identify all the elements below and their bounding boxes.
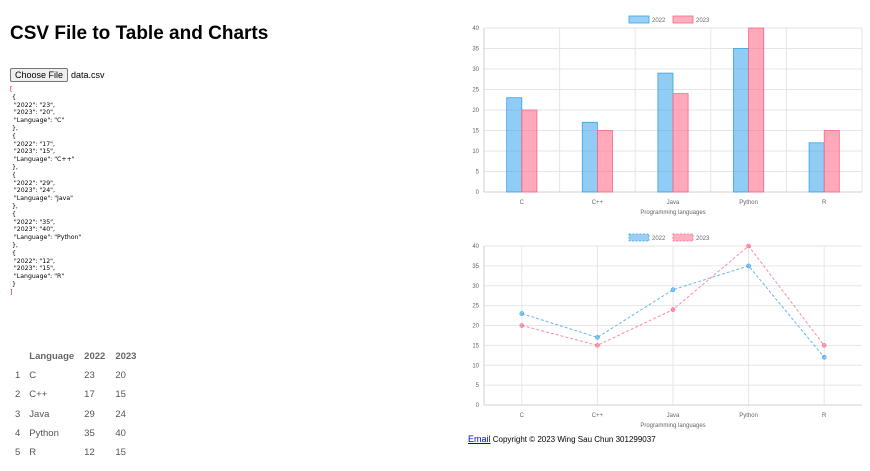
table-header-2023: 2023 [115,350,137,362]
row-language: C++ [29,389,48,401]
row-2022: 29 [84,408,95,420]
x-axis-label: Programming languages [640,423,705,429]
row-index: 5 [15,447,21,459]
y-tick-label: 5 [476,383,480,389]
point-2023-R [821,343,827,348]
point-2022-C [519,311,525,316]
point-2022-Python [746,263,751,269]
choose-file-button[interactable]: Choose File [10,68,69,82]
file-name-label: data.csv [71,70,105,80]
y-tick-label: 40 [472,26,479,32]
point-2023-C++ [595,343,600,348]
table-row: 1 C 23 20 [10,366,141,385]
bar-2023-C++ [596,130,613,193]
row-2023: 24 [115,408,126,420]
x-tick-label: Java [667,200,680,206]
y-tick-label: 10 [472,149,479,155]
row-index: 4 [15,428,21,440]
y-tick-label: 30 [472,67,479,73]
legend-label: 2023 [696,236,710,242]
row-index: 2 [15,389,21,401]
email-link[interactable]: Email [468,434,491,444]
legend-label: 2022 [652,236,666,242]
table-row: 4 Python 35 40 [10,424,141,443]
x-tick-label: R [822,200,827,206]
row-2023: 40 [115,428,126,440]
y-tick-label: 5 [476,170,480,176]
y-tick-label: 20 [472,324,479,330]
table-row: 5 R 12 15 [10,443,141,462]
legend-swatch [628,15,650,24]
x-tick-label: C [520,200,525,206]
bar-2022-C [506,97,523,193]
y-tick-label: 25 [472,88,479,94]
legend-label: 2023 [696,18,710,24]
bar-2023-R [823,130,840,193]
row-index: 3 [15,408,21,420]
y-tick-label: 10 [472,363,479,369]
row-index: 1 [15,370,21,382]
bar-2023-Java [672,93,689,193]
bar-2022-Python [733,48,750,193]
row-2023: 20 [115,370,126,382]
row-language: Java [29,408,50,420]
point-2023-C [519,323,525,328]
y-tick-label: 0 [476,403,480,409]
bar-chart: 0 5 10 15 20 25 30 35 40 C C++ Java Python R Programmi… [472,15,863,216]
table-row: 3 Java 29 24 [10,405,141,424]
row-2023: 15 [115,447,126,459]
x-axis-label: Programming languages [640,210,705,216]
json-output: [ { "2022": "23", "2023": "20", "Languag… [10,86,82,296]
legend-swatch [672,15,694,24]
copyright-text: Copyright © 2023 Wing Sau Chun 301299037 [492,435,656,444]
row-2022: 23 [84,370,95,382]
point-2022-R [821,355,827,360]
y-tick-label: 15 [472,129,479,135]
point-2023-Python [746,243,751,249]
row-2022: 35 [84,428,95,440]
bar-2022-R [808,142,825,193]
y-tick-label: 0 [476,190,480,196]
row-2022: 17 [84,389,95,401]
row-language: C [29,370,37,382]
footer: Email Copyright © 2023 Wing Sau Chun 301… [468,434,656,444]
row-2022: 12 [84,447,95,459]
y-tick-label: 20 [472,108,479,114]
x-tick-label: C++ [592,413,604,419]
y-tick-label: 30 [472,284,479,290]
legend-swatch [672,233,694,242]
bar-2022-Java [657,72,674,193]
row-language: Python [29,428,59,440]
x-tick-label: Python [739,200,758,206]
x-tick-label: C++ [592,200,604,206]
file-input-row: Choose File data.csv [10,68,105,82]
x-tick-label: C [520,413,525,419]
y-tick-label: 40 [472,244,479,250]
table-header-index [10,346,24,366]
y-tick-label: 35 [472,47,479,53]
line-chart: 0 5 10 15 20 25 30 35 40 C C++ Java Python R Programmi… [472,233,862,429]
bar-2022-C++ [581,121,598,193]
table-header-2022: 2022 [84,350,106,362]
legend-swatch [628,233,650,242]
table-row: 2 C++ 17 15 [10,385,141,404]
y-tick-label: 35 [472,264,479,270]
table-header-language: Language [29,350,75,362]
row-2023: 15 [115,389,126,401]
point-2022-C++ [595,335,600,340]
point-2022-Java [670,287,676,293]
point-2023-Java [670,307,676,312]
row-language: R [29,447,37,459]
x-tick-label: R [822,413,827,419]
legend-label: 2022 [652,18,666,24]
data-table: Language 2022 2023 1 C 23 20 2 C++ 17 15… [10,346,141,462]
table-header-row: Language 2022 2023 [10,346,141,366]
bar-2023-C [521,109,538,193]
y-tick-label: 15 [472,343,479,349]
x-tick-label: Java [667,413,680,419]
bar-2023-Python [748,27,765,193]
x-tick-label: Python [739,413,758,419]
page-title: CSV File to Table and Charts [10,23,269,44]
y-tick-label: 25 [472,304,479,310]
